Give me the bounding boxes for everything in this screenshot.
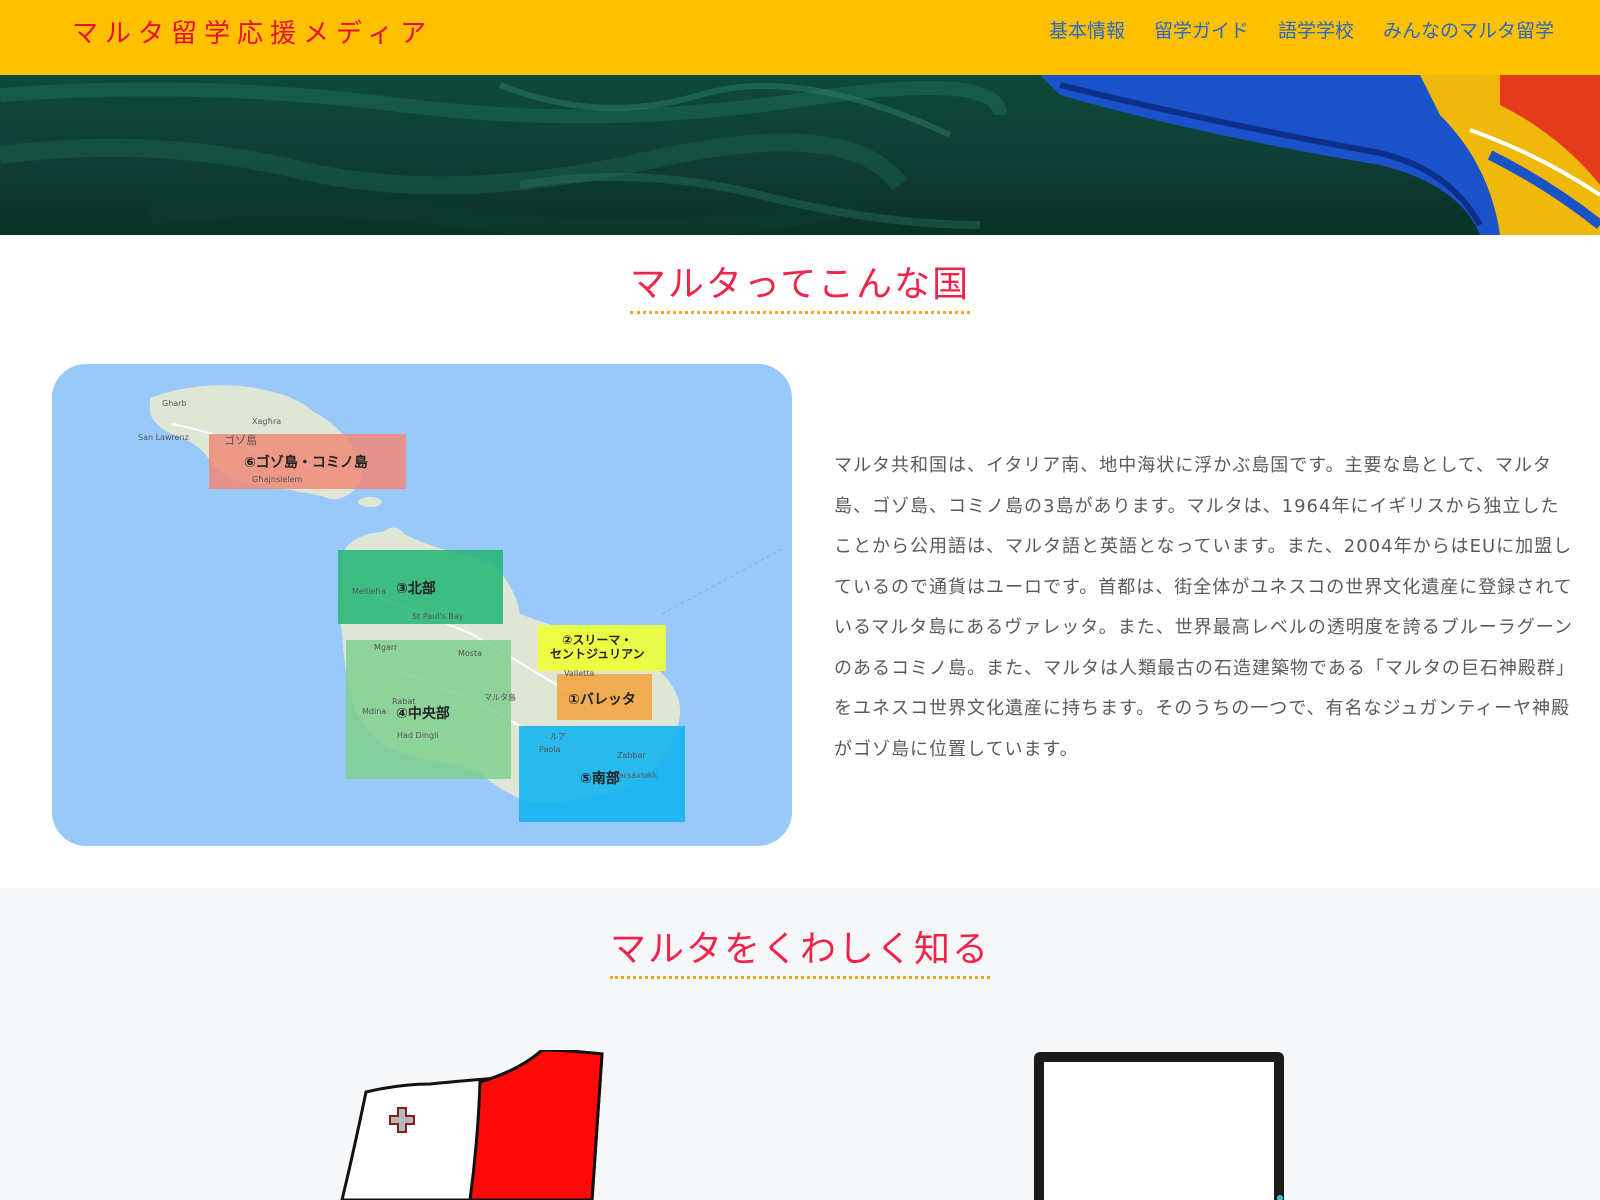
laptop-illustration[interactable] <box>1030 1048 1290 1200</box>
place-name: St Paul's Bay <box>412 612 464 621</box>
site-logo[interactable]: マルタ留学応援メディア <box>72 13 433 50</box>
place-name: ルア <box>550 732 566 741</box>
malta-description: マルタ共和国は、イタリア南、地中海状に浮かぶ島国です。主要な島として、マルタ島、… <box>834 455 1573 760</box>
place-name: Valletta <box>564 669 594 678</box>
section-title-learn-more: マルタをくわしく知る <box>0 920 1600 979</box>
place-name: Għajnsielem <box>252 475 302 484</box>
place-name: マルタ島 <box>484 692 516 702</box>
place-name: Zabbar <box>617 751 646 760</box>
region-label-sliema: ②スリーマ・ セントジュリアン <box>550 633 645 661</box>
place-name: Paola <box>539 745 560 754</box>
nav-link-everyone-study[interactable]: みんなのマルタ留学 <box>1383 16 1554 43</box>
region-label-gozo-comino: ⑥ゴゾ島・コミノ島 <box>244 455 368 471</box>
place-name: San Lawrenz <box>138 433 189 442</box>
region-label-north: ③北部 <box>396 581 436 597</box>
place-name: Had Dingli <box>397 731 439 740</box>
nav-link-language-schools[interactable]: 語学学校 <box>1278 16 1354 43</box>
main-nav: 基本情報 留学ガイド 語学学校 みんなのマルタ留学 <box>1049 16 1554 43</box>
malta-region-map: Gharb Xagħra San Lawrenz ゴゾ島 Għajnsielem… <box>52 364 792 846</box>
region-label-central: ④中央部 <box>396 706 450 722</box>
region-label-valletta: ①バレッタ <box>568 692 636 708</box>
place-name: Gharb <box>162 399 187 408</box>
place-name: Mgarr <box>374 643 398 652</box>
place-name: Xagħra <box>252 417 281 426</box>
malta-flag-illustration[interactable] <box>330 1048 610 1200</box>
comino-island <box>358 497 382 507</box>
nav-link-study-guide[interactable]: 留学ガイド <box>1154 16 1249 43</box>
place-name: ゴゾ島 <box>224 433 257 447</box>
place-name: Mosta <box>458 649 482 658</box>
hero-image <box>0 75 1600 235</box>
place-name: Mellieħa <box>352 587 386 596</box>
region-label-south: ⑤南部 <box>580 771 620 787</box>
section-title-about: マルタってこんな国 <box>0 255 1600 314</box>
nav-link-basic-info[interactable]: 基本情報 <box>1049 16 1125 43</box>
site-header: マルタ留学応援メディア 基本情報 留学ガイド 語学学校 みんなのマルタ留学 <box>0 0 1600 75</box>
place-name: Mdina <box>362 707 386 716</box>
